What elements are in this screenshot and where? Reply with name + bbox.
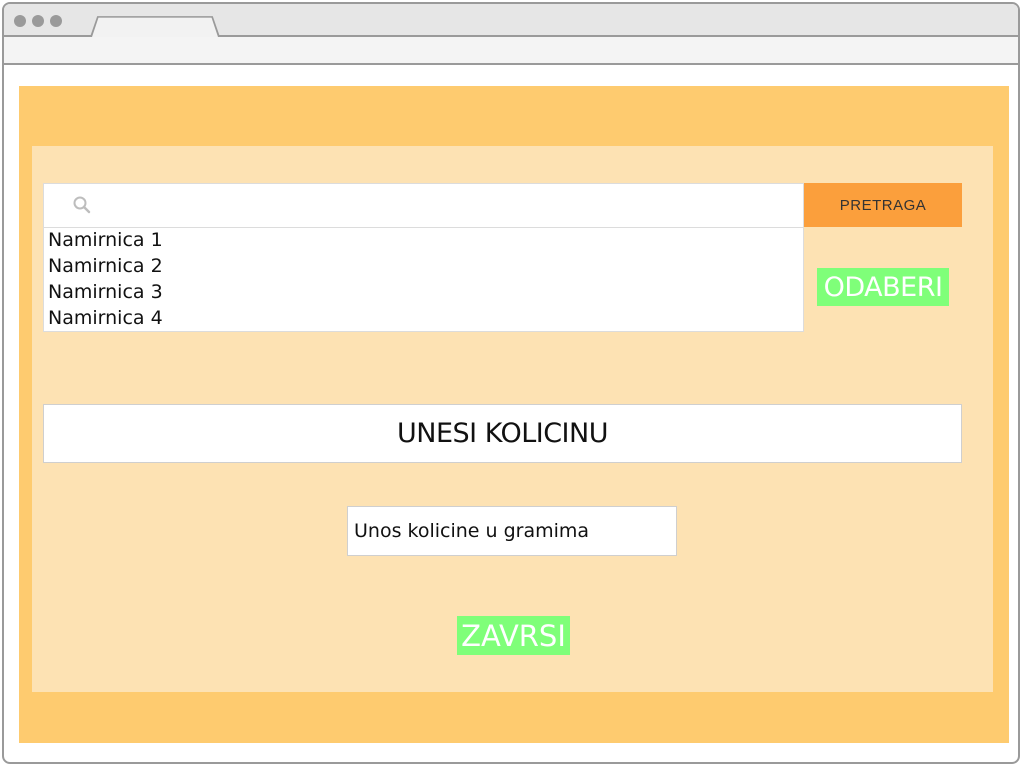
search-box[interactable] — [43, 183, 804, 228]
search-button[interactable]: PRETRAGA — [804, 183, 962, 227]
list-item[interactable]: Namirnica 1 — [44, 228, 803, 254]
window-control-dot[interactable] — [32, 15, 44, 27]
search-icon — [73, 196, 91, 214]
browser-titlebar — [4, 4, 1018, 37]
list-item[interactable]: Namirnica 3 — [44, 280, 803, 306]
results-list: Namirnica 1 Namirnica 2 Namirnica 3 Nami… — [43, 228, 804, 332]
window-control-dot[interactable] — [14, 15, 26, 27]
finish-button[interactable]: ZAVRSI — [457, 616, 570, 655]
window-control-dot[interactable] — [50, 15, 62, 27]
list-item[interactable]: Namirnica 2 — [44, 254, 803, 280]
quantity-input[interactable] — [347, 506, 677, 556]
outer-panel: PRETRAGA Namirnica 1 Namirnica 2 Namirni… — [19, 86, 1009, 743]
inner-panel: PRETRAGA Namirnica 1 Namirnica 2 Namirni… — [32, 146, 993, 692]
browser-window: PRETRAGA Namirnica 1 Namirnica 2 Namirni… — [2, 2, 1020, 764]
list-item[interactable]: Namirnica 4 — [44, 306, 803, 332]
browser-address-bar[interactable] — [4, 37, 1018, 65]
browser-tab[interactable] — [90, 16, 220, 37]
select-button[interactable]: ODABERI — [817, 268, 949, 306]
quantity-heading: UNESI KOLICINU — [43, 404, 962, 463]
